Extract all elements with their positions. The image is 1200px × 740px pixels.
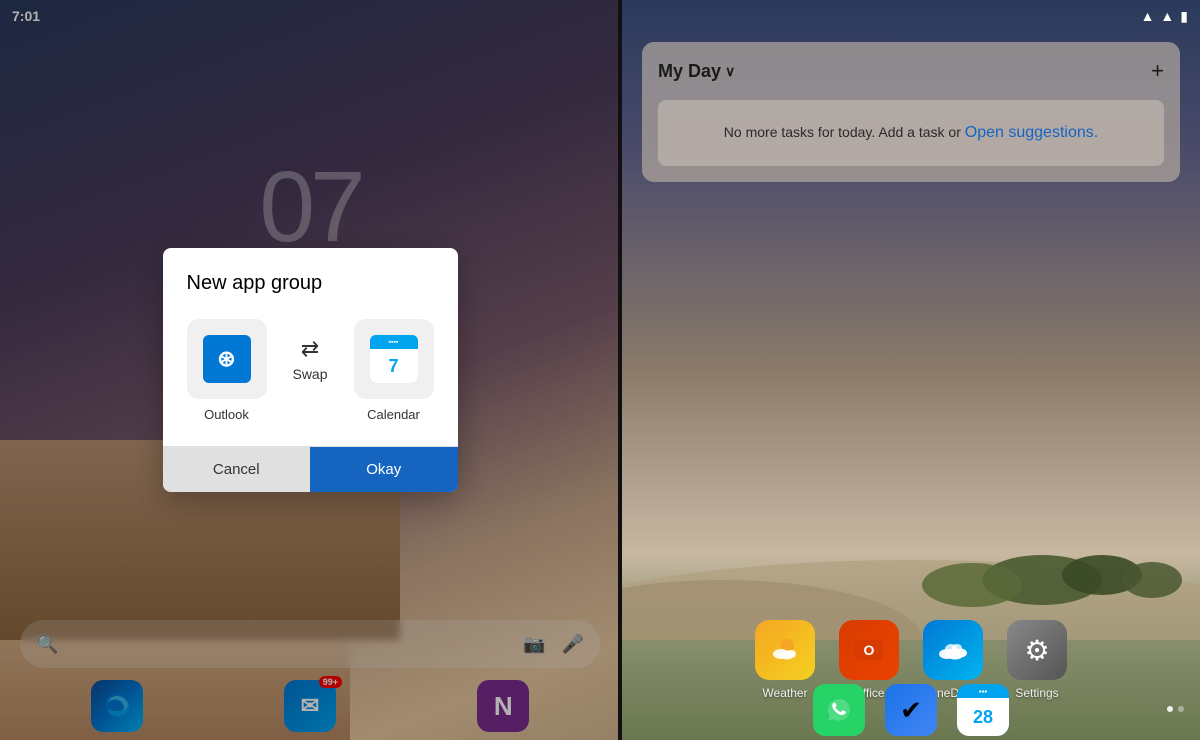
open-suggestions-link[interactable]: Open suggestions. bbox=[965, 124, 1098, 141]
calendar-icon-wrapper: ▪▪▪▪ 7 bbox=[354, 319, 434, 399]
calendar-bottom-date: 28 bbox=[957, 698, 1009, 736]
calendar-icon-header: ▪▪▪▪ bbox=[370, 335, 418, 349]
office-svg-icon: O bbox=[851, 632, 887, 668]
onedrive-icon bbox=[923, 620, 983, 680]
todo-app[interactable]: ✔ bbox=[885, 684, 937, 736]
whatsapp-svg bbox=[824, 695, 854, 725]
right-bottom-app-row: ✔ ▪▪▪ 28 bbox=[622, 684, 1200, 736]
right-panel: ▲ ▲ ▮ My Day ∨ + No more tasks for today… bbox=[622, 0, 1200, 740]
left-panel: 7:01 07 New app group ⊛ Outlook ⇄ bbox=[0, 0, 620, 740]
pagination-dot-1 bbox=[1167, 706, 1173, 712]
outlook-label: Outlook bbox=[204, 407, 249, 422]
dialog-title: New app group bbox=[163, 248, 458, 311]
calendar-icon: ▪▪▪▪ 7 bbox=[370, 335, 418, 383]
swap-label: Swap bbox=[292, 366, 327, 382]
outlook-icon-symbol: ⊛ bbox=[217, 346, 235, 372]
signal-icon: ▲ bbox=[1160, 8, 1174, 24]
weather-icon bbox=[755, 620, 815, 680]
battery-icon: ▮ bbox=[1180, 8, 1188, 25]
pagination-dot-2 bbox=[1178, 706, 1184, 712]
calendar-bottom-header: ▪▪▪ bbox=[957, 684, 1009, 698]
office-icon: O bbox=[839, 620, 899, 680]
calendar-label: Calendar bbox=[367, 407, 420, 422]
no-tasks-text: No more tasks for today. Add a task or bbox=[724, 124, 965, 140]
dialog-overlay: New app group ⊛ Outlook ⇄ Swap bbox=[0, 0, 620, 740]
my-day-title-group: My Day ∨ bbox=[658, 61, 735, 82]
pagination-dots bbox=[1167, 706, 1184, 712]
new-app-group-dialog: New app group ⊛ Outlook ⇄ Swap bbox=[163, 248, 458, 492]
calendar-icon-body: 7 bbox=[370, 349, 418, 383]
onedrive-svg-icon bbox=[935, 632, 971, 668]
svg-text:O: O bbox=[864, 642, 875, 658]
todo-checkmark-icon: ✔ bbox=[900, 695, 922, 726]
calendar-bottom-app[interactable]: ▪▪▪ 28 bbox=[957, 684, 1009, 736]
panel-divider bbox=[618, 0, 622, 740]
landscape-svg bbox=[622, 420, 1200, 640]
dialog-content: ⊛ Outlook ⇄ Swap ▪▪▪▪ 7 bbox=[163, 311, 458, 446]
calendar-bottom-icon: ▪▪▪ 28 bbox=[957, 684, 1009, 736]
okay-button[interactable]: Okay bbox=[310, 447, 458, 492]
outlook-icon-wrapper: ⊛ bbox=[187, 319, 267, 399]
status-bar-right: ▲ ▲ ▮ bbox=[622, 0, 1200, 32]
my-day-body: No more tasks for today. Add a task or O… bbox=[658, 100, 1164, 166]
swap-arrows-icon: ⇄ bbox=[301, 336, 319, 362]
my-day-title-text: My Day bbox=[658, 61, 721, 82]
outlook-icon: ⊛ bbox=[203, 335, 251, 383]
todo-icon: ✔ bbox=[885, 684, 937, 736]
settings-icon: ⚙ bbox=[1007, 620, 1067, 680]
cancel-button[interactable]: Cancel bbox=[163, 447, 311, 492]
calendar-app-item: ▪▪▪▪ 7 Calendar bbox=[354, 319, 434, 422]
dialog-buttons: Cancel Okay bbox=[163, 446, 458, 492]
outlook-app-item: ⊛ Outlook bbox=[187, 319, 267, 422]
my-day-widget: My Day ∨ + No more tasks for today. Add … bbox=[642, 42, 1180, 182]
settings-gear-icon: ⚙ bbox=[1024, 634, 1049, 667]
my-day-add-button[interactable]: + bbox=[1151, 58, 1164, 84]
wifi-icon: ▲ bbox=[1141, 8, 1155, 24]
weather-svg-icon bbox=[767, 632, 803, 668]
whatsapp-app[interactable] bbox=[813, 684, 865, 736]
swap-button[interactable]: ⇄ Swap bbox=[287, 319, 334, 399]
my-day-chevron-icon[interactable]: ∨ bbox=[725, 63, 735, 80]
my-day-header: My Day ∨ + bbox=[658, 58, 1164, 84]
whatsapp-icon bbox=[813, 684, 865, 736]
